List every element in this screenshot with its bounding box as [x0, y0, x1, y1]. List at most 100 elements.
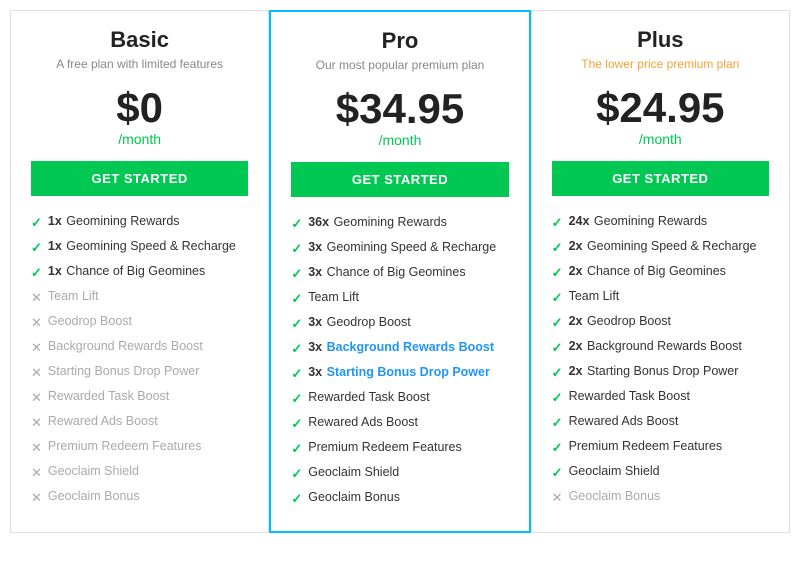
- feature-multiplier: 2x: [569, 364, 586, 378]
- check-icon: ✓: [552, 240, 563, 256]
- list-item: ✕ Geoclaim Bonus: [31, 489, 248, 506]
- cross-icon: ✕: [31, 490, 42, 506]
- check-icon: ✓: [552, 415, 563, 431]
- feature-label: Geoclaim Shield: [569, 464, 660, 478]
- list-item: ✓Geoclaim Bonus: [291, 490, 508, 507]
- list-item: ✓ 3x Chance of Big Geomines: [291, 265, 508, 282]
- list-item: ✓Rewared Ads Boost: [552, 414, 769, 431]
- list-item: ✓ 3x Background Rewards Boost: [291, 340, 508, 357]
- features-list-plus: ✓24x Geomining Rewards✓2x Geomining Spee…: [552, 214, 769, 506]
- list-item: ✓Premium Redeem Features: [552, 439, 769, 456]
- feature-label: Rewared Ads Boost: [308, 415, 418, 429]
- feature-text: Team Lift: [48, 289, 99, 303]
- feature-multiplier: 2x: [569, 264, 586, 278]
- list-item: ✕ Background Rewards Boost: [31, 339, 248, 356]
- check-icon: ✓: [291, 416, 302, 432]
- cross-icon: ✕: [31, 415, 42, 431]
- plan-period-basic: /month: [31, 131, 248, 147]
- list-item: ✓2x Background Rewards Boost: [552, 339, 769, 356]
- check-icon: ✓: [291, 366, 302, 382]
- feature-label-disabled: Rewared Ads Boost: [48, 414, 158, 428]
- feature-multiplier: 2x: [569, 239, 586, 253]
- feature-label-disabled: Geoclaim Bonus: [48, 489, 140, 503]
- feature-text: Geoclaim Shield: [569, 464, 660, 478]
- list-item: ✓36x Geomining Rewards: [291, 215, 508, 232]
- plan-subtitle-plus: The lower price premium plan: [552, 57, 769, 71]
- check-icon: ✓: [31, 240, 42, 256]
- list-item: ✓ Team Lift: [552, 289, 769, 306]
- feature-text: 2x Geodrop Boost: [569, 314, 671, 328]
- feature-multiplier: 3x: [308, 240, 325, 254]
- cross-icon: ✕: [31, 340, 42, 356]
- feature-multiplier: 3x: [308, 340, 325, 354]
- plan-period-pro: /month: [291, 132, 508, 148]
- feature-multiplier: 1x: [48, 214, 65, 228]
- feature-multiplier: 2x: [569, 339, 586, 353]
- feature-label: Geodrop Boost: [327, 315, 411, 329]
- feature-text: 3x Geomining Speed & Recharge: [308, 240, 496, 254]
- feature-label: Team Lift: [569, 289, 620, 303]
- feature-text: 36x Geomining Rewards: [308, 215, 447, 229]
- plan-card-pro: ProOur most popular premium plan$34.95/m…: [269, 10, 530, 533]
- feature-text: 3x Background Rewards Boost: [308, 340, 494, 354]
- feature-text: Rewarded Task Boost: [569, 389, 690, 403]
- list-item: ✓Rewarded Task Boost: [291, 390, 508, 407]
- plan-subtitle-basic: A free plan with limited features: [31, 57, 248, 71]
- get-started-button-pro[interactable]: GET STARTED: [291, 162, 508, 197]
- check-icon: ✓: [552, 215, 563, 231]
- list-item: ✓ 3x Geodrop Boost: [291, 315, 508, 332]
- list-item: ✓ 1x Geomining Rewards: [31, 214, 248, 231]
- list-item: ✓ Rewared Ads Boost: [291, 415, 508, 432]
- check-icon: ✓: [31, 265, 42, 281]
- feature-label-disabled: Background Rewards Boost: [48, 339, 203, 353]
- feature-text: Starting Bonus Drop Power: [48, 364, 199, 378]
- feature-label-disabled: Geoclaim Shield: [48, 464, 139, 478]
- feature-label: Chance of Big Geomines: [327, 265, 466, 279]
- list-item: ✕ Rewared Ads Boost: [31, 414, 248, 431]
- features-list-basic: ✓ 1x Geomining Rewards ✓ 1x Geomining Speed…: [31, 214, 248, 506]
- check-icon: ✓: [291, 316, 302, 332]
- plan-card-basic: BasicA free plan with limited features$0…: [10, 10, 269, 533]
- feature-text: Team Lift: [569, 289, 620, 303]
- feature-text: 3x Chance of Big Geomines: [308, 265, 465, 279]
- cross-icon: ✕: [31, 315, 42, 331]
- feature-label: Geoclaim Bonus: [308, 490, 400, 504]
- plan-price-pro: $34.95: [291, 86, 508, 132]
- list-item: ✓2x Starting Bonus Drop Power: [552, 364, 769, 381]
- feature-text: 1x Chance of Big Geomines: [48, 264, 205, 278]
- feature-label: Rewarded Task Boost: [569, 389, 690, 403]
- feature-label: Geomining Speed & Recharge: [587, 239, 757, 253]
- feature-label: Geomining Speed & Recharge: [66, 239, 236, 253]
- check-icon: ✓: [291, 241, 302, 257]
- list-item: ✓ 2x Geomining Speed & Recharge: [552, 239, 769, 256]
- list-item: ✓2x Chance of Big Geomines: [552, 264, 769, 281]
- feature-multiplier: 3x: [308, 365, 325, 379]
- list-item: ✓Geoclaim Shield: [291, 465, 508, 482]
- list-item: ✓ Geoclaim Shield: [552, 464, 769, 481]
- feature-text: 3x Geodrop Boost: [308, 315, 410, 329]
- plan-name-pro: Pro: [291, 28, 508, 54]
- pricing-container: BasicA free plan with limited features$0…: [10, 10, 790, 533]
- feature-label: Geomining Rewards: [334, 215, 447, 229]
- feature-label-disabled: Starting Bonus Drop Power: [48, 364, 199, 378]
- check-icon: ✓: [552, 465, 563, 481]
- check-icon: ✓: [552, 290, 563, 306]
- feature-multiplier: 1x: [48, 264, 65, 278]
- check-icon: ✓: [291, 266, 302, 282]
- plan-price-basic: $0: [31, 85, 248, 131]
- feature-text: 1x Geomining Rewards: [48, 214, 180, 228]
- check-icon: ✓: [31, 215, 42, 231]
- get-started-button-plus[interactable]: GET STARTED: [552, 161, 769, 196]
- list-item: ✓ 1x Chance of Big Geomines: [31, 264, 248, 281]
- feature-label: Premium Redeem Features: [308, 440, 462, 454]
- feature-text: Background Rewards Boost: [48, 339, 203, 353]
- check-icon: ✓: [552, 390, 563, 406]
- feature-text: Geoclaim Shield: [48, 464, 139, 478]
- list-item: ✕Starting Bonus Drop Power: [31, 364, 248, 381]
- get-started-button-basic[interactable]: GET STARTED: [31, 161, 248, 196]
- list-item: ✕Geodrop Boost: [31, 314, 248, 331]
- check-icon: ✓: [291, 341, 302, 357]
- feature-text: Rewarded Task Boost: [308, 390, 429, 404]
- feature-text: 2x Starting Bonus Drop Power: [569, 364, 739, 378]
- feature-label: Geomining Speed & Recharge: [327, 240, 497, 254]
